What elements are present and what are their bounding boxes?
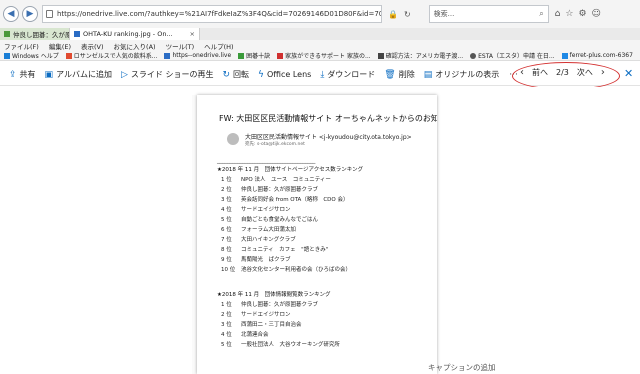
chevron-right-icon[interactable]: › — [601, 67, 605, 78]
menu-tools[interactable]: ツール(T) — [166, 41, 195, 51]
avatar — [227, 133, 239, 145]
address-bar-row: ◀ ▶ https://onedrive.live.com/?authkey=%… — [0, 0, 640, 28]
search-placeholder: 検索... — [433, 10, 455, 18]
lock-icon — [46, 10, 53, 18]
section-title: ★2018 年 11 月 団体情報閲覧数ランキング — [217, 292, 331, 298]
delete-button[interactable]: 🗑 削除 — [384, 69, 414, 80]
page-icon — [377, 52, 384, 59]
forward-icon[interactable]: ▶ — [22, 6, 38, 22]
email-subject: FW: 大田区区民活動情報サイト オーちゃんネットからのお知らせ 2018/12… — [219, 114, 437, 123]
favorite-item[interactable]: ferret-plus.com-6367 — [561, 52, 633, 59]
smiley-icon[interactable]: ☺ — [592, 9, 601, 19]
list-item: 2 位サードエイジサロン — [221, 312, 291, 318]
favorites-bar: Windows ヘルプ ロサンゼルスで人気の飲料系... https--oned… — [0, 51, 640, 61]
list-item: 3 位英会話同好会 from OTA（略称 CDO 会） — [221, 197, 349, 203]
document-image: FW: 大田区区民活動情報サイト オーちゃんネットからのお知らせ 2018/12… — [197, 95, 437, 374]
rotate-button[interactable]: ↻ 回転 — [222, 69, 249, 80]
chevron-left-icon[interactable]: ‹ — [520, 67, 524, 78]
section-title: ★2018 年 11 月 団体サイトページアクセス数ランキング — [217, 167, 364, 173]
page-icon — [561, 52, 568, 59]
close-icon[interactable]: ✕ — [624, 67, 633, 80]
list-item: 1 位 NPO 法人 ユース コミュニティー — [221, 177, 331, 183]
star-icon[interactable]: ☆ — [565, 9, 573, 19]
tab-label: OHTA-KU ranking.jpg - On... — [83, 30, 173, 38]
list-item: 5 位一般社団法人 大谷ウオーキング研究所 — [221, 342, 340, 348]
list-item: 5 位自動ごとも食堂みんなでごはん — [221, 217, 319, 223]
list-item: 1 位仲良し囲碁：久が原囲碁クラブ — [221, 302, 319, 308]
album-icon: ▣ — [44, 69, 54, 80]
home-icon[interactable]: ⌂ — [555, 9, 561, 19]
view-original-button[interactable]: ▤ オリジナルの表示 — [424, 69, 500, 80]
page-icon — [277, 52, 284, 59]
favorite-item[interactable]: 囲碁十訣 — [238, 51, 270, 60]
tab-onedrive[interactable]: OHTA-KU ranking.jpg - On... × — [70, 28, 200, 40]
list-item: 7 位大田ハイキングクラブ — [221, 237, 296, 243]
page-icon — [238, 52, 245, 59]
trash-icon: 🗑 — [384, 69, 396, 80]
tab-igo-club[interactable]: 仲良し囲碁：久が原囲碁クラブ — [0, 28, 70, 40]
slideshow-button[interactable]: ▷ スライド ショーの再生 — [121, 69, 213, 80]
next-button[interactable]: 次へ — [577, 67, 593, 78]
list-item: 10 位池谷文化センター利用者の会（ひろばの会） — [221, 267, 352, 273]
favorite-item[interactable]: ロサンゼルスで人気の飲料系... — [65, 51, 157, 60]
favorite-item[interactable]: Windows ヘルプ — [4, 51, 59, 60]
igo-favicon-icon — [4, 31, 10, 37]
favorite-item[interactable]: ESTA（エスタ）申請 在日... — [470, 51, 555, 60]
list-item: 2 位仲良し囲碁：久が原囲碁クラブ — [221, 187, 319, 193]
list-item: 3 位西蒲田二・三丁目自治会 — [221, 322, 302, 328]
search-input[interactable]: 検索... ⌕ — [428, 5, 549, 23]
close-tab-icon[interactable]: × — [190, 30, 195, 38]
search-icon[interactable]: ⌕ — [539, 9, 543, 19]
download-button[interactable]: ⤓ ダウンロード — [320, 69, 375, 80]
favorite-item[interactable]: 確認方法：アメリカ電子渡... — [377, 51, 463, 60]
email-recipient: 宛先: s-ota@tijk.ekcom.net — [245, 142, 305, 147]
menu-help[interactable]: ヘルプ(H) — [204, 41, 233, 51]
back-icon[interactable]: ◀ — [3, 6, 19, 22]
refresh-icon[interactable]: ↻ — [404, 10, 411, 19]
download-icon: ⤓ — [320, 69, 325, 80]
cloud-icon — [164, 52, 171, 59]
rotate-icon: ↻ — [222, 69, 230, 80]
prev-button[interactable]: 前へ — [532, 67, 548, 78]
lock-status-icon[interactable]: 🔒 — [388, 10, 398, 19]
menu-view[interactable]: 表示(V) — [81, 41, 104, 51]
lightning-icon: ϟ — [258, 69, 264, 80]
url-text: https://onedrive.live.com/?authkey=%21AI… — [57, 10, 381, 18]
list-item: 4 位サードエイジサロン — [221, 207, 291, 213]
url-tools: 🔒 ↻ — [388, 10, 411, 19]
list-item: 4 位北蒲連合会 — [221, 332, 269, 338]
share-button[interactable]: ⇪ 共有 — [9, 69, 36, 80]
menu-file[interactable]: ファイル(F) — [4, 41, 39, 51]
windows-icon — [4, 52, 10, 59]
image-icon: ▤ — [423, 69, 433, 80]
favorite-item[interactable]: https--onedrive.live — [164, 52, 231, 59]
menu-bar: ファイル(F) 編集(E) 表示(V) お気に入り(A) ツール(T) ヘルプ(… — [0, 40, 640, 51]
url-input[interactable]: https://onedrive.live.com/?authkey=%21AI… — [42, 5, 382, 23]
menu-favorites[interactable]: お気に入り(A) — [114, 41, 156, 51]
tab-strip: 仲良し囲碁：久が原囲碁クラブ OHTA-KU ranking.jpg - On.… — [0, 28, 640, 40]
menu-edit[interactable]: 編集(E) — [49, 41, 71, 51]
office-lens-button[interactable]: ϟ Office Lens — [258, 70, 311, 80]
onedrive-favicon-icon — [74, 31, 80, 37]
gear-icon[interactable]: ⚙ — [578, 9, 586, 19]
page-indicator: 2/3 — [556, 68, 569, 77]
globe-icon — [470, 52, 477, 59]
share-icon: ⇪ — [9, 69, 17, 80]
list-item: 9 位馬蘭陽光 ばクラブ — [221, 257, 291, 263]
pager: ‹ 前へ 2/3 次へ › — [520, 67, 605, 78]
email-sender: 大田区区民活動情報サイト <j-kyoudou@city.ota.tokyo.j… — [245, 134, 412, 141]
list-item: 6 位フォーラム大田蒲太加 — [221, 227, 296, 233]
favorite-item[interactable]: 家族ができるサポート 家族の... — [277, 51, 371, 60]
page-icon — [65, 52, 72, 59]
browser-right-icons: ⌂ ☆ ⚙ ☺ — [555, 9, 601, 19]
tab-label: 仲良し囲碁：久が原囲碁クラブ — [13, 31, 69, 39]
list-item: 8 位コミュニティ カフェ "語ときみ" — [221, 247, 329, 253]
add-caption-link[interactable]: キャプションの追加 — [428, 362, 496, 373]
play-icon: ▷ — [120, 69, 128, 80]
add-to-album-button[interactable]: ▣ アルバムに追加 — [45, 69, 112, 80]
